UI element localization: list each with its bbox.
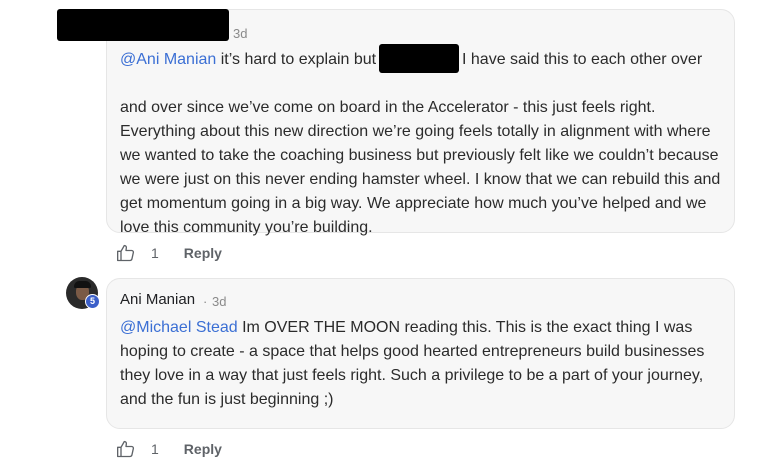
comment-text: @Ani Manian it’s hard to explain but and…	[120, 48, 725, 240]
mention-link[interactable]: @Ani Manian	[120, 51, 216, 68]
comment-line: we were just on this never ending hamste…	[120, 171, 721, 188]
reply-button[interactable]: Reply	[184, 245, 222, 261]
redacted-name	[379, 44, 459, 73]
comment-actions: 1 Reply	[116, 438, 222, 460]
comment-line: they love in a way that just feels right…	[120, 367, 704, 384]
comment-line: and the fun is just beginning ;)	[120, 391, 334, 408]
thumbs-up-icon[interactable]	[116, 243, 136, 263]
comment-actions: 1 Reply	[116, 242, 222, 264]
comment-line: I have said this to each other over	[462, 51, 703, 68]
comment-line: hoping to create - a space that helps go…	[120, 343, 705, 360]
redacted-author	[57, 9, 229, 41]
separator-dot: ·	[203, 294, 208, 309]
avatar-hair	[74, 281, 91, 288]
mention-link[interactable]: @Michael Stead	[120, 319, 238, 336]
comment-line: get momentum going in a big way. We appr…	[120, 195, 707, 212]
comment-timestamp: 3d	[233, 26, 248, 41]
level-badge: 5	[85, 294, 100, 309]
like-count: 1	[151, 245, 159, 261]
reply-button[interactable]: Reply	[184, 441, 222, 457]
comment-line	[120, 72, 725, 96]
comment-line: Everything about this new direction we’r…	[120, 123, 711, 140]
comment-line: and over since we’ve come on board in th…	[120, 99, 656, 116]
thumbs-up-icon[interactable]	[116, 439, 136, 459]
comment-text: @Michael Stead Im OVER THE MOON reading …	[120, 316, 725, 412]
comment-line: love this community you’re building.	[120, 219, 373, 236]
like-count: 1	[151, 441, 159, 457]
comment-line: @Michael Stead Im OVER THE MOON reading …	[120, 319, 693, 336]
comment-timestamp: 3d	[212, 294, 227, 309]
comment-line: we wanted to take the coaching business …	[120, 147, 719, 164]
author-name[interactable]: Ani Manian	[120, 291, 195, 308]
